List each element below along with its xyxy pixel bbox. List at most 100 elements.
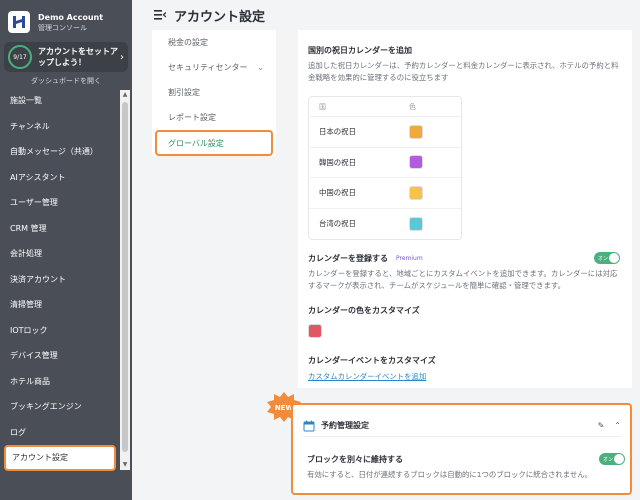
subnav-item-label: 税金の設定	[168, 38, 208, 47]
holiday-table: 国 色 日本の祝日 韓国の祝日 中国の祝日 台湾の祝日	[308, 96, 462, 240]
sidebar-item-users[interactable]: ユーザー管理	[0, 190, 120, 216]
edit-icon[interactable]: ✎	[598, 421, 605, 430]
customize-color-title: カレンダーの色をカスタマイズ	[308, 306, 420, 315]
table-row: 韓国の祝日	[309, 148, 461, 178]
booking-header[interactable]: 予約管理設定 ✎ ⌃	[303, 415, 621, 437]
holiday-label: 台湾の祝日	[319, 219, 356, 229]
col-country: 国	[319, 102, 326, 111]
sidebar-item-ai-assistant[interactable]: AIアシスタント	[0, 165, 120, 191]
toggle-label: オン	[598, 255, 609, 262]
subnav-item-label: セキュリティセンター	[168, 63, 248, 72]
sidebar-item-iot-lock[interactable]: IOTロック	[0, 318, 120, 344]
sidebar-item-label: アカウント設定	[12, 453, 68, 463]
scroll-down-icon[interactable]: ▼	[121, 461, 129, 469]
table-row: 日本の祝日	[309, 117, 461, 148]
sidebar-item-label: チャンネル	[10, 121, 50, 131]
subnav-item-security[interactable]: セキュリティセンター ⌄	[152, 55, 276, 80]
toggle-knob	[609, 253, 619, 263]
register-calendar-description: カレンダーを登録すると、地域ごとにカスタムイベントを追加できます。カレンダーには…	[308, 269, 618, 290]
page-title: アカウント設定	[174, 9, 266, 25]
global-settings-panel: 国別の祝日カレンダーを追加 追加した祝日カレンダーは、予約カレンダーと料金カレン…	[298, 30, 632, 388]
sidebar-item-label: CRM 管理	[10, 223, 47, 233]
sidebar-item-account-settings[interactable]: アカウント設定	[4, 445, 116, 471]
brand-logo-icon	[8, 11, 30, 33]
sidebar-nav: 施設一覧 チャンネル 自動メッセージ（共通） AIアシスタント ユーザー管理 C…	[0, 88, 120, 471]
calendar-color-swatch[interactable]	[308, 324, 322, 338]
sidebar-item-label: IOTロック	[10, 325, 48, 335]
holiday-label: 日本の祝日	[319, 127, 356, 137]
register-calendar-title: カレンダーを登録する	[308, 253, 388, 263]
setup-banner[interactable]: 9/17 アカウントをセットアップしよう！ ›	[4, 42, 128, 72]
sidebar-item-devices[interactable]: デバイス管理	[0, 343, 120, 369]
sidebar-item-auto-messages[interactable]: 自動メッセージ（共通）	[0, 139, 120, 165]
keep-blocks-description: 有効にすると、日付が連続するブロックは自動的に1つのブロックに統合されません。	[307, 470, 593, 479]
sidebar-item-label: 会計処理	[10, 249, 42, 259]
sidebar-item-facilities[interactable]: 施設一覧	[0, 88, 120, 114]
col-color: 色	[409, 102, 416, 111]
page-header: アカウント設定	[132, 0, 640, 30]
holiday-description: 追加した祝日カレンダーは、予約カレンダーと料金カレンダーに表示され、ホテルの予約…	[308, 61, 619, 82]
sidebar-item-payment-accounts[interactable]: 決済アカウント	[0, 267, 120, 293]
holiday-color-swatch[interactable]	[409, 216, 423, 231]
holiday-label: 中国の祝日	[319, 188, 356, 198]
sidebar-item-booking-engine[interactable]: ブッキングエンジン	[0, 394, 120, 420]
subnav-item-discount[interactable]: 割引設定	[152, 80, 276, 105]
holiday-color-swatch[interactable]	[409, 185, 423, 200]
subnav-item-report[interactable]: レポート設定	[152, 105, 276, 130]
subnav-item-global[interactable]: グローバル設定	[155, 130, 273, 156]
sidebar-item-label: 施設一覧	[10, 96, 42, 106]
sidebar-item-crm[interactable]: CRM 管理	[0, 216, 120, 242]
table-row: 中国の祝日	[309, 178, 461, 209]
subnav-item-label: 割引設定	[168, 88, 200, 97]
brand-name: Demo Account	[38, 12, 104, 22]
booking-title: 予約管理設定	[321, 421, 369, 430]
sidebar-item-logs[interactable]: ログ	[0, 420, 120, 446]
customize-event-title: カレンダーイベントをカスタマイズ	[308, 356, 436, 365]
settings-subnav: 税金の設定 セキュリティセンター ⌄ 割引設定 レポート設定 グローバル設定	[152, 30, 276, 156]
sidebar-item-hotel-products[interactable]: ホテル商品	[0, 369, 120, 395]
subnav-item-label: グローバル設定	[168, 138, 224, 148]
sidebar-item-label: ユーザー管理	[10, 198, 58, 208]
holiday-label: 韓国の祝日	[319, 157, 356, 167]
holiday-color-swatch[interactable]	[409, 155, 423, 170]
table-header: 国 色	[309, 97, 461, 117]
sidebar-item-label: ログ	[10, 427, 26, 437]
sidebar-item-accounting[interactable]: 会計処理	[0, 241, 120, 267]
sidebar-item-label: ホテル商品	[10, 376, 50, 386]
brand-subtitle: 管理コンソール	[38, 23, 87, 32]
premium-badge: Premium	[396, 254, 423, 262]
toggle-label: オン	[603, 456, 614, 463]
sidebar-item-label: AIアシスタント	[10, 172, 66, 182]
setup-label: アカウントをセットアップしよう！	[38, 47, 118, 67]
sidebar-item-channels[interactable]: チャンネル	[0, 114, 120, 140]
holiday-section-title: 国別の祝日カレンダーを追加	[308, 46, 412, 55]
table-row: 台湾の祝日	[309, 209, 461, 240]
sidebar-scrollbar[interactable]: ▲ ▼	[120, 90, 130, 470]
setup-progress: 9/17	[8, 45, 32, 69]
subnav-item-label: レポート設定	[168, 113, 216, 122]
chevron-up-icon[interactable]: ⌃	[614, 421, 621, 430]
register-calendar-toggle[interactable]: オン	[594, 252, 620, 264]
menu-collapse-icon[interactable]	[154, 10, 166, 20]
keep-blocks-row: ブロックを別々に維持する オン	[307, 453, 625, 465]
subnav-item-tax[interactable]: 税金の設定	[152, 30, 276, 55]
holiday-color-swatch[interactable]	[409, 124, 423, 139]
chevron-right-icon: ›	[120, 51, 124, 63]
scroll-up-icon[interactable]: ▲	[121, 91, 129, 99]
sidebar-item-label: デバイス管理	[10, 351, 58, 361]
toggle-knob	[614, 454, 624, 464]
booking-settings-panel: 予約管理設定 ✎ ⌃ ブロックを別々に維持する オン 有効にすると、日付が連続す…	[291, 403, 632, 495]
dashboard-link[interactable]: ダッシュボードを開く	[0, 76, 132, 86]
scroll-thumb[interactable]	[122, 102, 128, 452]
sidebar-item-label: 自動メッセージ（共通）	[10, 147, 98, 157]
chevron-down-icon: ⌄	[257, 63, 264, 72]
sidebar-item-label: 決済アカウント	[10, 274, 66, 284]
sidebar-item-label: 清掃管理	[10, 300, 42, 310]
calendar-icon	[303, 420, 315, 431]
keep-blocks-title: ブロックを別々に維持する	[307, 454, 403, 464]
sidebar-item-label: ブッキングエンジン	[10, 402, 82, 412]
sidebar-item-cleaning[interactable]: 清掃管理	[0, 292, 120, 318]
add-custom-event-link[interactable]: カスタムカレンダーイベントを追加	[308, 371, 426, 382]
keep-blocks-toggle[interactable]: オン	[599, 453, 625, 465]
brand[interactable]: Demo Account 管理コンソール	[8, 6, 128, 38]
